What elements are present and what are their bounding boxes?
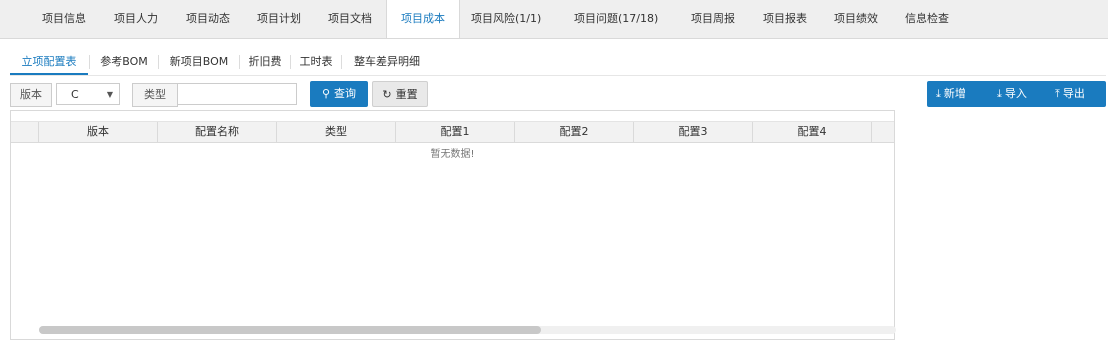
nav-item-project-dynamics[interactable]: 项目动态 bbox=[172, 0, 244, 38]
column-header-config-3[interactable]: 配置3 bbox=[634, 122, 753, 142]
tab-divider bbox=[239, 55, 240, 69]
tab-new-project-bom[interactable]: 新项目BOM bbox=[161, 49, 237, 75]
nav-item-project-staff[interactable]: 项目人力 bbox=[100, 0, 172, 38]
nav-item-project-issues[interactable]: 项目问题(17/18) bbox=[560, 0, 672, 38]
tab-divider bbox=[89, 55, 90, 69]
nav-item-weekly-report[interactable]: 项目周报 bbox=[677, 0, 749, 38]
tab-divider bbox=[158, 55, 159, 69]
chevron-down-icon: ▼ bbox=[106, 90, 113, 99]
tab-depreciation[interactable]: 折旧费 bbox=[242, 49, 288, 75]
action-bar: ⤓ 新增 ⤓ 导入 ⤒ 导出 bbox=[927, 81, 1106, 107]
version-select[interactable]: C ▼ bbox=[56, 83, 120, 105]
version-label: 版本 bbox=[10, 83, 52, 107]
search-button-label: 查询 bbox=[334, 87, 357, 100]
refresh-icon: ↻ bbox=[382, 88, 392, 101]
nav-item-project-performance[interactable]: 项目绩效 bbox=[820, 0, 892, 38]
tab-setup-config[interactable]: 立项配置表 bbox=[10, 49, 88, 75]
scrollbar-thumb[interactable] bbox=[39, 326, 541, 334]
upload-icon: ⤓ bbox=[936, 87, 941, 100]
tab-vehicle-diff-detail[interactable]: 整车差异明细 bbox=[344, 49, 430, 75]
data-table: 版本 配置名称 类型 配置1 配置2 配置3 配置4 暂无数据! bbox=[10, 110, 896, 340]
column-header-config-1[interactable]: 配置1 bbox=[396, 122, 515, 142]
reset-button-label: 重置 bbox=[395, 88, 418, 101]
nav-item-project-plan[interactable]: 项目计划 bbox=[243, 0, 315, 38]
table-header-checkbox-cell bbox=[11, 122, 39, 142]
reset-button[interactable]: ↻ 重置 bbox=[372, 81, 428, 107]
column-header-config-4[interactable]: 配置4 bbox=[753, 122, 872, 142]
sub-tabs: 立项配置表 参考BOM 新项目BOM 折旧费 工时表 整车差异明细 bbox=[10, 49, 430, 75]
export-button-label: 导出 bbox=[1062, 87, 1085, 100]
import-button[interactable]: ⤓ 导入 bbox=[997, 81, 1027, 107]
tab-work-hours[interactable]: 工时表 bbox=[293, 49, 339, 75]
column-header-config-2[interactable]: 配置2 bbox=[515, 122, 634, 142]
type-input[interactable] bbox=[177, 83, 297, 105]
export-button[interactable]: ⤒ 导出 bbox=[1055, 81, 1085, 107]
export-icon: ⤒ bbox=[1055, 87, 1060, 100]
tab-divider bbox=[341, 55, 342, 69]
type-label: 类型 bbox=[132, 83, 178, 107]
horizontal-scrollbar[interactable] bbox=[39, 326, 896, 334]
version-select-value: C bbox=[71, 88, 79, 101]
tab-divider bbox=[290, 55, 291, 69]
nav-item-project-report[interactable]: 项目报表 bbox=[749, 0, 821, 38]
search-button[interactable]: ⚲ 查询 bbox=[310, 81, 368, 107]
nav-item-project-info[interactable]: 项目信息 bbox=[28, 0, 100, 38]
nav-item-project-risk[interactable]: 项目风险(1/1) bbox=[457, 0, 555, 38]
column-header-version[interactable]: 版本 bbox=[39, 122, 158, 142]
nav-item-info-check[interactable]: 信息检查 bbox=[891, 0, 963, 38]
nav-item-project-cost[interactable]: 项目成本 bbox=[386, 0, 460, 38]
empty-state-text: 暂无数据! bbox=[430, 149, 475, 160]
column-header-config-name[interactable]: 配置名称 bbox=[158, 122, 277, 142]
top-nav: 项目信息 项目人力 项目动态 项目计划 项目文档 项目成本 项目风险(1/1) … bbox=[0, 0, 1108, 39]
import-button-label: 导入 bbox=[1004, 87, 1027, 100]
search-icon: ⚲ bbox=[321, 87, 331, 100]
table-header: 版本 配置名称 类型 配置1 配置2 配置3 配置4 bbox=[11, 121, 894, 143]
sub-tabs-underline bbox=[10, 75, 1106, 76]
column-header-type[interactable]: 类型 bbox=[277, 122, 396, 142]
add-button-label: 新增 bbox=[943, 87, 966, 100]
nav-item-project-docs[interactable]: 项目文档 bbox=[314, 0, 386, 38]
add-button[interactable]: ⤓ 新增 bbox=[936, 81, 966, 107]
import-icon: ⤓ bbox=[997, 87, 1002, 100]
tab-reference-bom[interactable]: 参考BOM bbox=[92, 49, 156, 75]
